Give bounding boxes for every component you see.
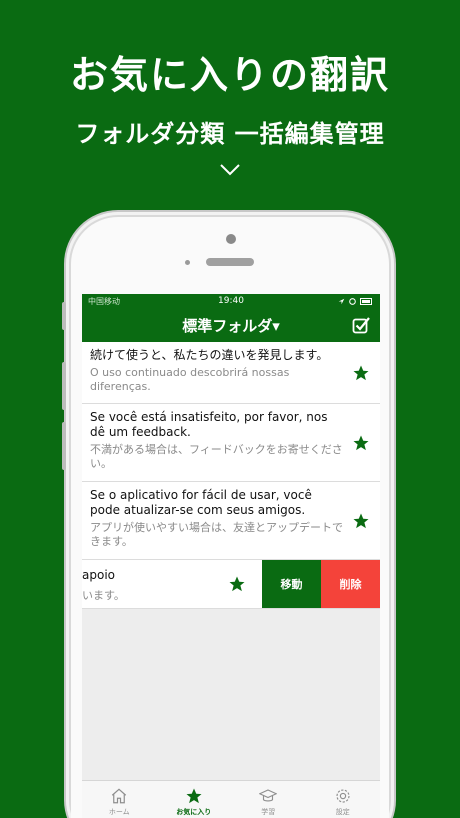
- graduation-cap-icon: [259, 789, 278, 802]
- tab-label: 設定: [335, 808, 350, 816]
- swiped-list-item[interactable]: apoio います。 移動 削除: [82, 560, 380, 609]
- list-item[interactable]: 続けて使うと、私たちの違いを発見します。 O uso continuado de…: [82, 342, 380, 404]
- list-item[interactable]: Se o aplicativo for fácil de usar, você …: [82, 482, 380, 560]
- status-bar: 中国移动 19:40: [82, 294, 380, 308]
- tab-label: 学習: [261, 808, 276, 816]
- clock: 19:40: [218, 296, 244, 306]
- list-item-source: Se você está insatisfeito, por favor, no…: [90, 410, 328, 439]
- tab-settings[interactable]: 設定: [306, 781, 381, 818]
- star-icon[interactable]: [352, 512, 370, 530]
- star-icon: [186, 788, 202, 804]
- gear-icon: [336, 789, 350, 803]
- tab-bar: ホーム お気に入り 学習 設定: [82, 780, 380, 818]
- tab-label: ホーム: [108, 808, 130, 816]
- list-item-translation: アプリが使いやすい場合は、友達とアップデートできます。: [90, 521, 343, 548]
- star-icon[interactable]: [352, 434, 370, 452]
- proximity-sensor: [185, 260, 190, 265]
- app-screen: 中国移动 19:40 標準フォルダ▾ 続けて使うと、私たちの違いを発見します。 …: [82, 294, 380, 818]
- tab-favorites[interactable]: お気に入り: [157, 781, 232, 818]
- list-item[interactable]: Se você está insatisfeito, por favor, no…: [82, 404, 380, 482]
- promo-subtitle: フォルダ分類 一括編集管理: [75, 120, 385, 148]
- edit-checkbox-icon[interactable]: [352, 316, 370, 334]
- tab-label: お気に入り: [176, 808, 212, 816]
- tab-home[interactable]: ホーム: [82, 781, 157, 818]
- folder-selector[interactable]: 標準フォルダ▾: [182, 315, 280, 336]
- favorites-list: 続けて使うと、私たちの違いを発見します。 O uso continuado de…: [82, 342, 380, 609]
- star-icon[interactable]: [228, 575, 246, 593]
- delete-button[interactable]: 削除: [321, 560, 380, 608]
- tab-study[interactable]: 学習: [231, 781, 306, 818]
- chevron-down-icon: [220, 164, 240, 176]
- promo-title: お気に入りの翻訳: [69, 53, 390, 97]
- list-item-source: Se o aplicativo for fácil de usar, você …: [90, 488, 312, 517]
- nav-bar: 標準フォルダ▾: [82, 308, 380, 342]
- list-item-source: 続けて使うと、私たちの違いを発見します。: [90, 348, 329, 362]
- list-item-translation: O uso continuado descobrirá nossas difer…: [90, 366, 290, 393]
- earpiece-speaker: [206, 258, 254, 266]
- move-button[interactable]: 移動: [262, 560, 321, 608]
- star-icon[interactable]: [352, 364, 370, 382]
- front-camera: [226, 234, 236, 244]
- list-item-translation: 不満がある場合は、フィードバックをお寄せください。: [90, 443, 343, 470]
- home-icon: [112, 788, 127, 804]
